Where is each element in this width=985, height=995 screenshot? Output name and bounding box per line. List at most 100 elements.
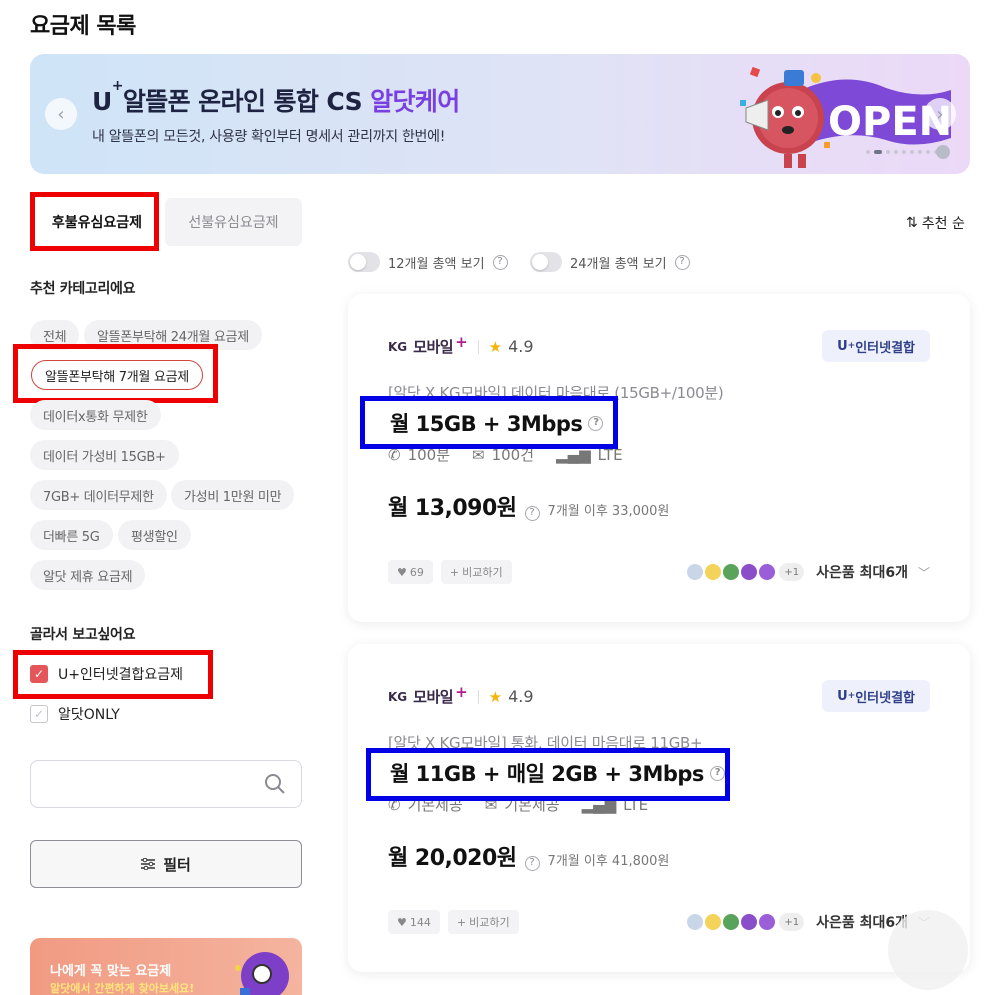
sort-icon: ⇅	[906, 215, 918, 231]
plan-card[interactable]: KG 모바일 + ★ 4.9 U + 인터넷결합 [알닷 X KG모바일] 통화, …	[348, 644, 970, 972]
search-field[interactable]	[30, 760, 302, 808]
banner-prev-arrow[interactable]: ‹	[45, 98, 77, 130]
category-chip-15gb[interactable]: 데이터 가성비 15GB+	[30, 440, 179, 470]
heart-icon: ♥	[397, 565, 407, 579]
gift-icon	[759, 914, 776, 930]
like-button[interactable]: ♥ 69	[388, 560, 433, 584]
banner-mascot-illustration: OPEN	[706, 60, 956, 174]
price-amount: 월 20,020원	[388, 846, 517, 871]
gift-icon	[687, 914, 704, 930]
carrier-brand: KG 모바일 + ★ 4.9	[388, 333, 534, 357]
gift-icon	[723, 564, 740, 580]
search-input[interactable]	[43, 773, 263, 797]
category-chip-lifetime-discount[interactable]: 평생할인	[118, 520, 191, 550]
gift-icon	[723, 914, 740, 930]
category-chip-under-10k[interactable]: 가성비 1만원 미만	[171, 480, 295, 510]
checkbox-unchecked-icon[interactable]: ✓	[30, 705, 48, 723]
rating-value: 4.9	[508, 337, 534, 356]
toggle-switch[interactable]	[348, 252, 380, 272]
plan-card-footer: ♥144 +비교하기 +1 사은품 최대6개 ﹀	[388, 910, 930, 934]
plan-price: 월 13,090원 ? 7개월 이후 33,000원	[388, 490, 669, 522]
toggle-12-month-total[interactable]: 12개월 총액 보기 ?	[348, 252, 508, 272]
floating-chatbot-button[interactable]	[888, 910, 968, 990]
help-icon[interactable]: ?	[674, 254, 690, 270]
heart-icon: ♥	[397, 915, 407, 929]
gift-icon	[741, 564, 758, 580]
checkbox-aldot-only[interactable]: ✓ 알닷ONLY	[30, 704, 120, 724]
banner-dot[interactable]	[926, 150, 930, 154]
promo-mascot-icon	[235, 952, 289, 995]
gift-icon	[687, 564, 704, 580]
plan-card-footer: ♥ 69 + 비교하기 +1 사은품 최대6개 ﹀	[388, 560, 930, 584]
banner-dot[interactable]	[902, 150, 906, 154]
price-amount: 월 13,090원	[388, 496, 517, 521]
gift-icon	[705, 564, 722, 580]
annotation-blue-box	[360, 396, 618, 449]
banner-dot[interactable]	[866, 150, 870, 154]
brand-name: 모바일	[413, 338, 454, 356]
carrier-brand: KG 모바일 + ★ 4.9	[388, 682, 534, 707]
filter-button[interactable]: 필터	[30, 840, 302, 888]
banner-dot[interactable]	[874, 150, 882, 154]
brand-kg: KG	[388, 339, 408, 354]
help-icon[interactable]: ?	[524, 855, 540, 871]
filter-label: 필터	[163, 855, 191, 874]
chevron-down-icon[interactable]: ﹀	[918, 564, 930, 581]
plan-price: 월 20,020원 ? 7개월 이후 41,800원	[388, 840, 669, 872]
gift-icon	[705, 914, 722, 930]
gifts-dropdown[interactable]: +1 사은품 최대6개 ﹀	[687, 562, 930, 582]
plan-card[interactable]: KG 모바일 + ★ 4.9 U + 인터넷결합 [알닷 X KG모바일] 데이터 …	[348, 294, 970, 622]
gift-icon	[741, 914, 758, 930]
filter-sliders-icon	[141, 858, 156, 870]
compare-button[interactable]: + 비교하기	[440, 560, 512, 584]
toggle-switch[interactable]	[530, 252, 562, 272]
internet-bundle-badge: U + 인터넷결합	[822, 330, 930, 362]
promo-subtitle: 알닷에서 간편하게 찾아보세요!	[50, 982, 195, 995]
brand-kg: KG	[388, 689, 408, 704]
price-after-promo: 7개월 이후 41,800원	[547, 854, 670, 869]
promo-title: 나에게 꼭 맞는 요금제	[50, 964, 172, 979]
toggle-label: 24개월 총액 보기	[570, 256, 667, 272]
gift-count: +1	[779, 913, 805, 931]
page-title: 요금제 목록	[30, 14, 136, 39]
banner-dot[interactable]	[918, 150, 922, 154]
toggle-24-month-total[interactable]: 24개월 총액 보기 ?	[530, 252, 690, 272]
annotation-blue-box	[366, 748, 730, 801]
sort-label: 추천 순	[921, 216, 965, 232]
banner-pagination[interactable]	[866, 150, 938, 154]
tab-prepaid-usim[interactable]: 선불유심요금제	[165, 198, 302, 246]
search-icon[interactable]	[264, 773, 286, 795]
category-chip-7gb[interactable]: 7GB+ 데이터무제한	[30, 480, 167, 510]
banner-dot[interactable]	[894, 150, 898, 154]
annotation-red-box	[30, 192, 159, 251]
banner-subtitle: 내 알뜰폰의 모든것, 사용량 확인부터 명세서 관리까지 한번에!	[92, 129, 446, 145]
banner-next-arrow[interactable]: ›	[924, 98, 956, 130]
promo-banner[interactable]: U+알뜰폰 온라인 통합 CS 알닷케어 내 알뜰폰의 모든것, 사용량 확인부…	[30, 54, 970, 174]
star-icon: ★	[488, 687, 503, 706]
brand-name: 모바일	[413, 688, 454, 706]
like-button[interactable]: ♥ 144	[388, 910, 440, 934]
compare-button[interactable]: + 비교하기	[447, 910, 519, 934]
category-chip-5g[interactable]: 더빠른 5G	[30, 520, 113, 550]
star-icon: ★	[488, 337, 503, 356]
banner-dot[interactable]	[910, 150, 914, 154]
category-section-label: 추천 카테고리에요	[30, 281, 136, 297]
plus-icon: +	[449, 565, 460, 579]
banner-dot[interactable]	[886, 150, 890, 154]
annotation-red-box	[13, 344, 218, 403]
toggle-label: 12개월 총액 보기	[388, 256, 485, 272]
category-chip-unlimited[interactable]: 데이터x통화 무제한	[30, 400, 161, 430]
gift-label: 사은품 최대6개	[816, 565, 908, 581]
annotation-red-box	[13, 650, 213, 699]
picks-section-label: 골라서 보고싶어요	[30, 627, 136, 643]
banner-pause-button[interactable]	[936, 145, 950, 159]
internet-bundle-badge: U + 인터넷결합	[822, 680, 930, 712]
help-icon[interactable]: ?	[492, 254, 508, 270]
help-icon[interactable]: ?	[524, 505, 540, 521]
sort-control[interactable]: ⇅ 추천 순	[906, 213, 965, 233]
category-chip-partner[interactable]: 알닷 제휴 요금제	[30, 560, 146, 590]
plus-icon: +	[456, 915, 467, 929]
brand-divider	[477, 689, 479, 704]
brand-plus-mark: +	[455, 682, 468, 701]
recommend-promo-banner[interactable]: 나에게 꼭 맞는 요금제 알닷에서 간편하게 찾아보세요!	[30, 938, 302, 995]
